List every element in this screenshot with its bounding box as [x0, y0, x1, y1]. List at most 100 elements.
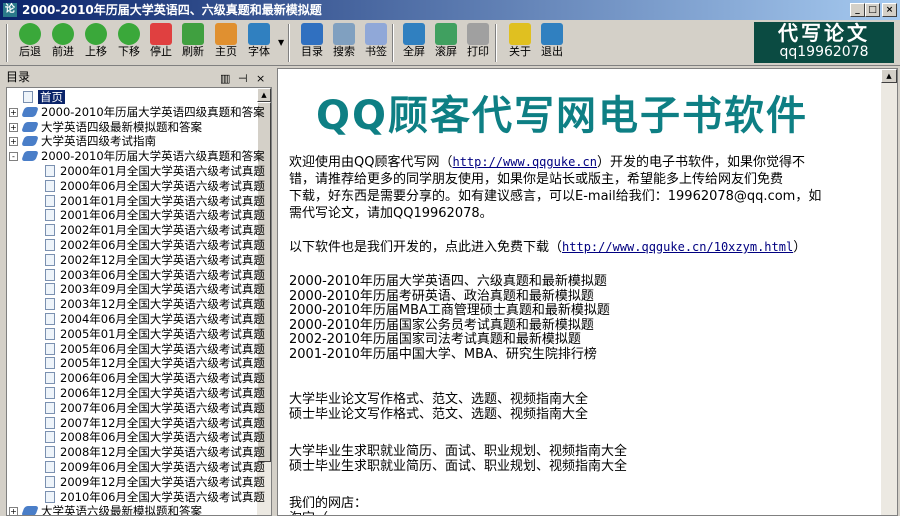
toolbar-button-bookmark[interactable]: 书签 [360, 23, 392, 63]
document-icon [23, 91, 33, 103]
tree-item[interactable]: 2007年06月全国大学英语六级考试真题 [45, 401, 265, 416]
tree-item[interactable]: 2002年06月全国大学英语六级考试真题 [45, 238, 265, 253]
tree-item[interactable]: 2002年12月全国大学英语六级考试真题 [45, 253, 265, 268]
logo-title: 代写论文 [778, 21, 870, 45]
tree-item[interactable]: + 大学英语四级考试指南 [9, 134, 156, 149]
tree-item[interactable]: 2003年12月全国大学英语六级考试真题 [45, 297, 265, 312]
tree-item[interactable]: 2009年06月全国大学英语六级考试真题 [45, 460, 265, 475]
tree-item[interactable]: 2002年01月全国大学英语六级考试真题 [45, 223, 265, 238]
document-icon [45, 298, 55, 311]
website-link[interactable]: http://www.qqguke.cn [452, 155, 597, 169]
scroll-up-button[interactable]: ▲ [257, 88, 271, 102]
tree-item[interactable]: 2001年06月全国大学英语六级考试真题 [45, 208, 265, 223]
tree-item[interactable]: 2007年12月全国大学英语六级考试真题 [45, 416, 265, 431]
document-icon [45, 446, 55, 459]
tree-item-label: 2000-2010年历届大学英语六级真题和答案 [41, 149, 265, 164]
window-title: 2000-2010年历届大学英语四、六级真题和最新模拟题 [22, 3, 322, 17]
item-title[interactable]: 大学毕业生求职就业简历、面试、职业规划、视频指南大全 [289, 444, 627, 459]
toolbar-separator [288, 24, 290, 62]
tree-item[interactable]: + 大学英语四级最新模拟题和答案 [9, 120, 202, 135]
tree-item-label: 2006年12月全国大学英语六级考试真题 [60, 386, 265, 400]
panel-header: 目录 ▥ ⊣ × [0, 68, 273, 86]
item-title[interactable]: 大学毕业论文写作格式、范文、选题、视频指南大全 [289, 392, 588, 407]
up-icon [85, 23, 107, 45]
tree-item[interactable]: 2006年06月全国大学英语六级考试真题 [45, 371, 265, 386]
tree-item[interactable]: 2000年01月全国大学英语六级考试真题 [45, 164, 265, 179]
tree-item[interactable]: 2005年12月全国大学英语六级考试真题 [45, 356, 265, 371]
tree-item[interactable]: - 2000-2010年历届大学英语六级真题和答案 [9, 149, 265, 164]
expand-icon[interactable]: + [9, 137, 18, 147]
job-item: 大学毕业生求职就业简历、面试、职业规划、视频指南大全 [289, 444, 627, 460]
tree-item[interactable]: 2000年06月全国大学英语六级考试真题 [45, 179, 265, 194]
tree-item[interactable]: 2009年12月全国大学英语六级考试真题 [45, 475, 265, 490]
document-icon [45, 253, 55, 266]
software-title[interactable]: 2000-2010年历届考研英语、政治真题和最新模拟题 [289, 289, 594, 304]
software-title[interactable]: 2000-2010年历届国家公务员考试真题和最新模拟题 [289, 318, 594, 333]
tree-item[interactable]: +2000-2010年历届大学英语四级真题和答案 [9, 105, 265, 120]
document-icon [45, 327, 55, 340]
tree-item[interactable]: 2008年12月全国大学英语六级考试真题 [45, 445, 265, 460]
tree-item-label: 2002年12月全国大学英语六级考试真题 [60, 252, 265, 267]
tree-item[interactable]: 2006年12月全国大学英语六级考试真题 [45, 386, 265, 401]
document-icon [45, 283, 55, 296]
item-title[interactable]: 硕士毕业生求职就业简历、面试、职业规划、视频指南大全 [289, 459, 627, 474]
software-title[interactable]: 2000-2010年历届MBA工商管理硕士真题和最新模拟题 [289, 303, 610, 318]
tree-item[interactable]: 2005年06月全国大学英语六级考试真题 [45, 342, 265, 357]
tree-item-label: 2003年06月全国大学英语六级考试真题 [60, 267, 265, 282]
software-item: 2000-2010年历届考研英语、政治真题和最新模拟题 [289, 289, 594, 305]
stop-icon [150, 23, 172, 45]
document-icon [45, 209, 55, 222]
software-title[interactable]: 2002-2010年历届国家司法考试真题和最新模拟题 [289, 332, 581, 348]
bookmark-icon [365, 23, 387, 45]
scroll-up-button[interactable]: ▲ [881, 69, 897, 83]
tree-item-label: 2005年01月全国大学英语六级考试真题 [60, 326, 265, 341]
book-icon [21, 506, 39, 515]
expand-icon[interactable]: + [9, 107, 18, 117]
tree-item[interactable]: 2010年06月全国大学英语六级考试真题 [45, 490, 265, 505]
tree-item[interactable]: + 大学英语六级最新模拟题和答案 [9, 504, 202, 515]
close-panel-icon[interactable]: × [256, 70, 265, 88]
tree-item[interactable]: 2004年06月全国大学英语六级考试真题 [45, 312, 265, 327]
text: 欢迎使用由QQ顾客代写网（ [289, 155, 453, 170]
tree-item-label: 2005年06月全国大学英语六级考试真题 [60, 341, 265, 356]
tree-item-label: 2002年06月全国大学英语六级考试真题 [60, 238, 265, 252]
tree-item-label: 2005年12月全国大学英语六级考试真题 [60, 356, 265, 371]
minimize-button[interactable]: _ [850, 3, 865, 17]
download-link[interactable]: http://www.qqguke.cn/10xzym.html [562, 240, 793, 254]
float-icon[interactable]: ▥ [220, 70, 230, 88]
software-title[interactable]: 2001-2010年历届中国大学、MBA、研究生院排行榜 [289, 347, 597, 362]
text: 以下软件也是我们开发的，点此进入免费下载（ [289, 240, 563, 255]
tree-item[interactable]: 首页 [23, 90, 65, 105]
expand-icon[interactable]: + [9, 507, 18, 515]
content-scrollbar[interactable]: ▲ [881, 69, 897, 515]
document-icon [45, 401, 55, 414]
tree-item[interactable]: 2008年06月全国大学英语六级考试真题 [45, 430, 265, 445]
shop-line: 淘宝（ [289, 511, 328, 515]
toolbar-overflow-icon[interactable]: ▼ [278, 38, 284, 47]
toolbar-button-print[interactable]: 打印 [462, 23, 494, 63]
document-icon [45, 416, 55, 429]
tree-item-label: 大学英语四级考试指南 [41, 134, 156, 149]
text: 下载，好东西是需要分享的。如有建议感言，可以E-mail给我们：19962078… [289, 189, 822, 204]
tree-item-label: 2001年01月全国大学英语六级考试真题 [60, 193, 265, 208]
pin-icon[interactable]: ⊣ [238, 70, 248, 88]
software-title[interactable]: 2000-2010年历届大学英语四、六级真题和最新模拟题 [289, 274, 607, 289]
collapse-icon[interactable]: - [9, 152, 18, 162]
toolbar-button-font[interactable]: 字体 [243, 23, 275, 63]
tree-item[interactable]: 2005年01月全国大学英语六级考试真题 [45, 327, 265, 342]
job-item: 硕士毕业生求职就业简历、面试、职业规划、视频指南大全 [289, 459, 627, 475]
item-title[interactable]: 硕士毕业论文写作格式、范文、选题、视频指南大全 [289, 407, 588, 422]
tree-item[interactable]: 2003年06月全国大学英语六级考试真题 [45, 268, 265, 283]
maximize-button[interactable]: □ [865, 3, 880, 17]
expand-icon[interactable]: + [9, 122, 18, 132]
fullscreen-icon [403, 23, 425, 45]
tree-item-label: 2006年06月全国大学英语六级考试真题 [60, 371, 265, 386]
tree-item[interactable]: 2003年09月全国大学英语六级考试真题 [45, 282, 265, 297]
book-icon [21, 106, 39, 117]
tree-item-label: 2002年01月全国大学英语六级考试真题 [60, 223, 265, 238]
toolbar-button-exit[interactable]: 退出 [536, 23, 568, 63]
intro-line: 需代写论文，请加QQ19962078。 [289, 205, 493, 222]
close-button[interactable]: × [882, 3, 897, 17]
tree-item[interactable]: 2001年01月全国大学英语六级考试真题 [45, 194, 265, 209]
tree-item-label: 2009年06月全国大学英语六级考试真题 [60, 460, 265, 474]
